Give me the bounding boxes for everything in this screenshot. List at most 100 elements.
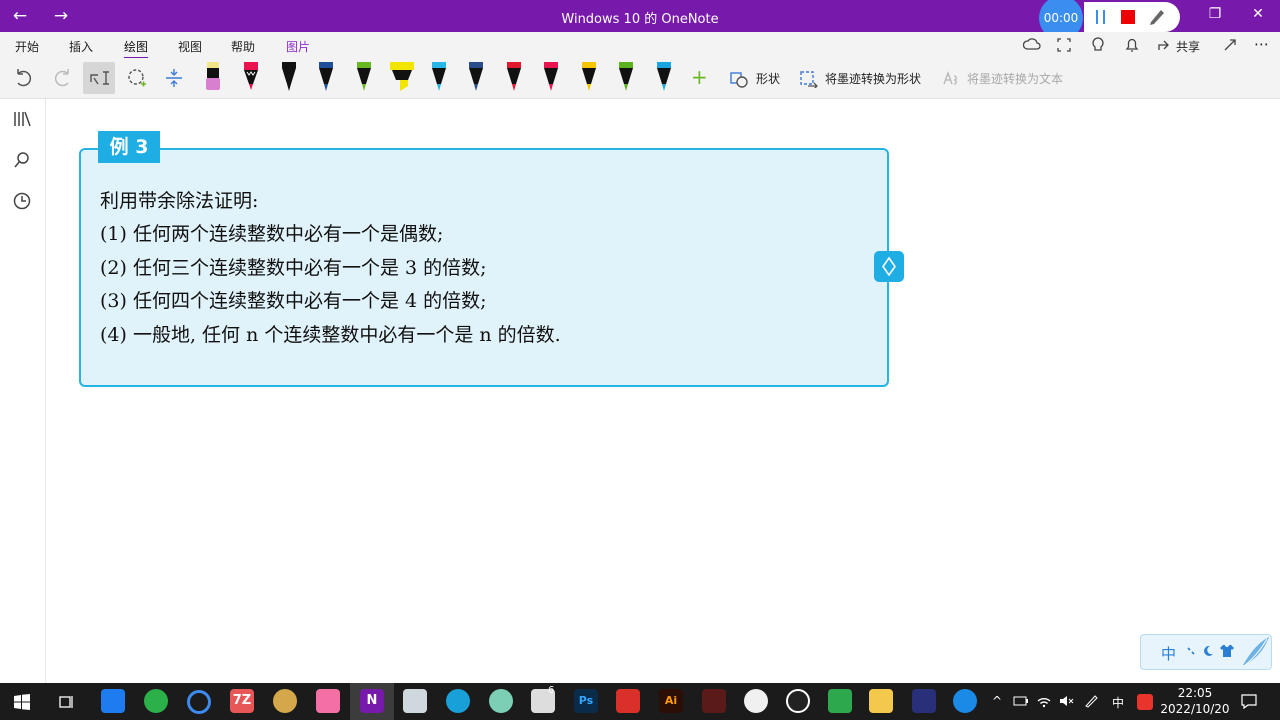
example-line-intro: 利用带余除法证明: <box>100 190 259 212</box>
resize-handle[interactable] <box>874 251 904 282</box>
pen-navy-icon[interactable] <box>314 60 338 94</box>
bell-icon[interactable] <box>1124 37 1140 53</box>
tab-picture[interactable]: 图片 <box>286 38 310 55</box>
flower-app-icon[interactable] <box>489 689 513 713</box>
pen-yellow-icon[interactable] <box>577 60 601 94</box>
pink-app-icon[interactable] <box>316 689 340 713</box>
notifications-icon[interactable] <box>1240 693 1258 709</box>
recorder-panel <box>1084 2 1180 32</box>
pencil-pen-icon[interactable] <box>239 60 263 94</box>
ribbon-tabs: 开始 插入 绘图 视图 帮助 图片 共享 ⋯ <box>0 32 1280 59</box>
recent-clock-icon[interactable] <box>12 191 32 211</box>
settings-gear-app-icon[interactable] <box>744 689 768 713</box>
moon-icon[interactable] <box>1201 644 1215 658</box>
example-line-4: (4) 一般地, 任何 n 个连续整数中必有一个是 n 的倍数. <box>100 324 561 346</box>
diamond-icon <box>882 256 896 277</box>
fullscreen-icon[interactable] <box>1056 37 1072 53</box>
tab-insert[interactable]: 插入 <box>69 38 93 55</box>
undo-icon[interactable] <box>8 62 40 94</box>
add-pen-button[interactable]: + <box>691 65 708 89</box>
pen-green-icon[interactable] <box>352 60 376 94</box>
volume-muted-icon[interactable] <box>1058 693 1074 709</box>
more-options-icon[interactable]: ⋯ <box>1254 35 1269 53</box>
example-line-2: (2) 任何三个连续整数中必有一个是 3 的倍数; <box>100 257 487 279</box>
green-app-icon[interactable] <box>828 689 852 713</box>
battery-icon[interactable] <box>1013 694 1029 708</box>
skin-shirt-icon[interactable] <box>1219 644 1235 658</box>
marker-pen-icon[interactable] <box>201 60 225 94</box>
sogou-ime-icon[interactable] <box>1137 694 1153 710</box>
highlighter-icon[interactable] <box>388 60 416 94</box>
tab-draw[interactable]: 绘图 <box>124 38 149 59</box>
ink-to-text-button[interactable]: 将墨迹转换为文本 <box>967 70 1063 87</box>
clock-time: 22:05 <box>1177 686 1213 700</box>
monitor-app-icon[interactable] <box>403 689 427 713</box>
search-app-icon[interactable] <box>953 689 977 713</box>
eraser-shape-icon[interactable] <box>121 62 153 94</box>
share-icon[interactable] <box>1156 37 1172 53</box>
clock-date: 2022/10/20 <box>1160 702 1230 716</box>
example-line-3: (3) 任何四个连续整数中必有一个是 4 的倍数; <box>100 290 487 312</box>
7zip-app-icon[interactable]: 7Z <box>230 689 254 713</box>
input-language-indicator[interactable]: 中 <box>1112 694 1124 711</box>
app-badge: 6 <box>548 685 555 696</box>
qq-app-icon[interactable] <box>786 689 810 713</box>
taskbar-clock[interactable]: 22:05 2022/10/20 <box>1160 685 1230 717</box>
stop-icon[interactable] <box>1121 10 1135 24</box>
tab-view[interactable]: 视图 <box>178 38 202 55</box>
pen-darkblue-icon[interactable] <box>464 60 488 94</box>
illustrator-app-icon[interactable]: Ai <box>659 689 683 713</box>
wps-app-icon[interactable] <box>616 689 640 713</box>
restore-icon[interactable]: ❐ <box>1200 6 1230 22</box>
expand-icon[interactable] <box>1222 37 1238 53</box>
shapes-button[interactable]: 形状 <box>756 70 780 87</box>
ink-to-shape-button[interactable]: 将墨迹转换为形状 <box>825 70 921 87</box>
wechat-app-icon[interactable] <box>144 689 168 713</box>
feather-logo-icon <box>1243 637 1269 666</box>
photoshop-app-icon[interactable]: Ps <box>574 689 598 713</box>
onenote-app-icon[interactable]: N <box>360 689 384 713</box>
pen-icon[interactable] <box>1148 6 1166 26</box>
search-icon[interactable] <box>12 150 32 170</box>
ink-to-text-icon[interactable] <box>942 70 960 88</box>
pen-cyan-icon[interactable] <box>652 60 676 94</box>
task-view-icon[interactable] <box>58 693 76 711</box>
add-space-icon[interactable] <box>158 62 190 94</box>
pen-pink-icon[interactable] <box>539 60 563 94</box>
wifi-icon[interactable] <box>1036 693 1052 709</box>
redo-icon[interactable] <box>46 62 78 94</box>
lasso-select-icon[interactable] <box>83 62 115 94</box>
dark-red-app-icon[interactable] <box>702 689 726 713</box>
feishu-app-icon[interactable] <box>101 689 125 713</box>
pen-black-icon[interactable] <box>277 60 301 94</box>
pen-tray-icon[interactable] <box>1083 693 1099 709</box>
ink-to-shape-icon[interactable] <box>800 70 818 88</box>
ime-toolbar[interactable]: 中 <box>1140 634 1272 670</box>
tab-home[interactable]: 开始 <box>15 38 39 55</box>
punctuation-icon[interactable] <box>1185 645 1197 657</box>
windows-start-icon[interactable] <box>14 694 30 710</box>
pause-icon[interactable] <box>1096 10 1106 24</box>
close-icon[interactable]: ✕ <box>1243 6 1273 22</box>
file-explorer-icon[interactable] <box>869 689 893 713</box>
purple-app-icon[interactable] <box>912 689 936 713</box>
pen-lime-icon[interactable] <box>614 60 638 94</box>
shapes-icon[interactable] <box>730 70 748 88</box>
tray-expand-icon[interactable]: ^ <box>992 694 1002 708</box>
example-tag: 例 3 <box>98 131 160 163</box>
pen-skyblue-icon[interactable] <box>427 60 451 94</box>
share-button[interactable]: 共享 <box>1176 38 1200 55</box>
lightbulb-icon[interactable] <box>1090 37 1106 53</box>
sync-cloud-icon[interactable] <box>1023 37 1041 53</box>
edge-app-icon[interactable] <box>446 689 470 713</box>
pen-red-icon[interactable] <box>502 60 526 94</box>
tab-help[interactable]: 帮助 <box>231 38 255 55</box>
notebooks-icon[interactable] <box>12 109 32 129</box>
title-bar: ← → Windows 10 的 OneNote 00:00 ❐ ✕ <box>0 0 1280 40</box>
left-nav-rail <box>0 99 46 683</box>
example-line-1: (1) 任何两个连续整数中必有一个是偶数; <box>100 223 444 245</box>
ime-language[interactable]: 中 <box>1161 643 1176 664</box>
draw-toolbar: + 形状 将墨迹转换为形状 将墨迹转换为文本 <box>0 58 1280 99</box>
browser-app-icon[interactable] <box>187 690 211 714</box>
paint-app-icon[interactable] <box>273 689 297 713</box>
